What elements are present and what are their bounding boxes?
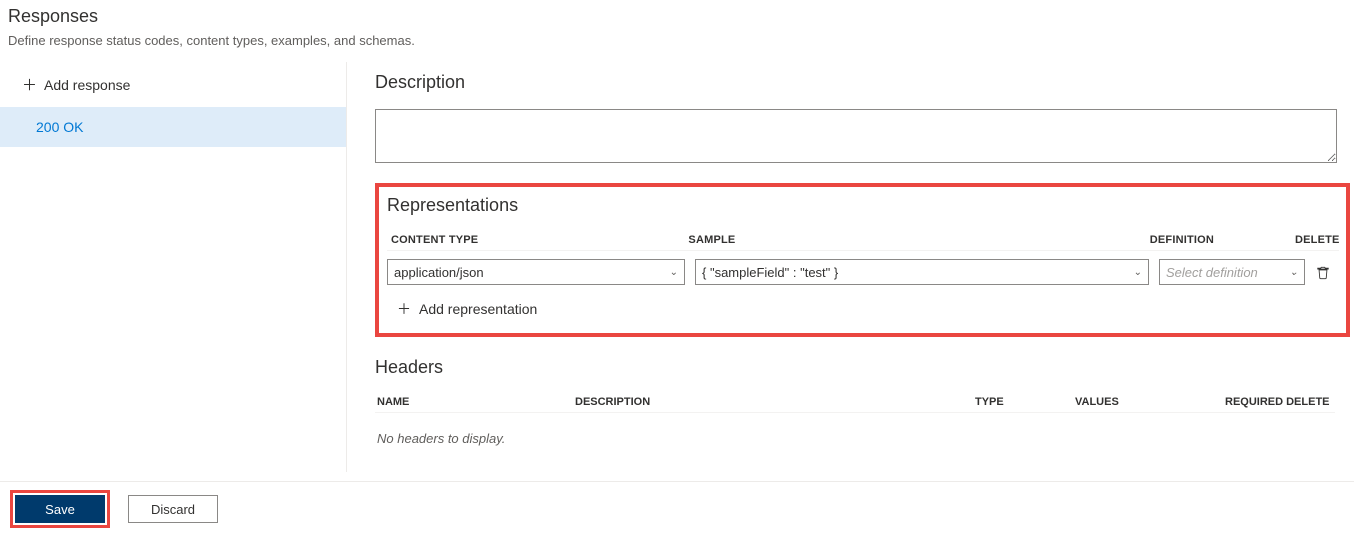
chevron-down-icon: ⌄ [1290, 267, 1298, 278]
definition-placeholder: Select definition [1166, 265, 1258, 280]
add-response-label: Add response [44, 77, 130, 93]
chevron-down-icon: ⌄ [1134, 267, 1142, 278]
col-required-delete: REQUIRED DELETE [1225, 396, 1325, 408]
add-response-button[interactable]: ＋ Add response [0, 68, 346, 101]
description-input[interactable] [375, 109, 1337, 163]
response-detail-panel: Description Representations CONTENT TYPE… [347, 62, 1354, 472]
headers-table-header: NAME DESCRIPTION TYPE VALUES REQUIRED DE… [375, 396, 1335, 413]
col-delete: DELETE [1295, 234, 1339, 246]
add-representation-label: Add representation [419, 301, 537, 317]
page-title: Responses [0, 0, 1354, 29]
response-item-200[interactable]: 200 OK [0, 107, 346, 147]
save-highlight: Save [10, 490, 110, 528]
page-subtitle: Define response status codes, content ty… [0, 29, 1354, 62]
col-definition: DEFINITION [1150, 234, 1295, 246]
representations-highlight: Representations CONTENT TYPE SAMPLE DEFI… [375, 183, 1350, 337]
col-sample: SAMPLE [688, 234, 1149, 246]
col-values: VALUES [1075, 396, 1225, 408]
content-type-value: application/json [394, 265, 484, 280]
headers-section-title: Headers [375, 357, 1335, 378]
representations-table-header: CONTENT TYPE SAMPLE DEFINITION DELETE [387, 234, 1339, 251]
headers-section: Headers NAME DESCRIPTION TYPE VALUES REQ… [375, 357, 1335, 446]
chevron-down-icon: ⌄ [670, 267, 678, 278]
discard-button[interactable]: Discard [128, 495, 218, 523]
representations-section-title: Representations [387, 195, 1346, 216]
col-name: NAME [375, 396, 575, 408]
headers-empty-message: No headers to display. [375, 413, 1335, 446]
col-type: TYPE [975, 396, 1075, 408]
sample-value: { "sampleField" : "test" } [702, 265, 838, 280]
trash-icon [1316, 265, 1330, 280]
responses-sidebar: ＋ Add response 200 OK [0, 62, 347, 472]
col-description: DESCRIPTION [575, 396, 975, 408]
add-representation-button[interactable]: ＋ Add representation [387, 299, 1346, 319]
plus-icon: ＋ [397, 299, 411, 319]
plus-icon: ＋ [22, 74, 36, 95]
save-button[interactable]: Save [15, 495, 105, 523]
delete-representation-button[interactable] [1313, 262, 1333, 282]
description-section-title: Description [375, 72, 1354, 93]
content-type-select[interactable]: application/json ⌄ [387, 259, 685, 285]
representation-row: application/json ⌄ { "sampleField" : "te… [387, 259, 1346, 285]
footer-bar: Save Discard [0, 481, 1354, 536]
definition-select[interactable]: Select definition ⌄ [1159, 259, 1305, 285]
col-content-type: CONTENT TYPE [387, 234, 688, 246]
sample-select[interactable]: { "sampleField" : "test" } ⌄ [695, 259, 1149, 285]
